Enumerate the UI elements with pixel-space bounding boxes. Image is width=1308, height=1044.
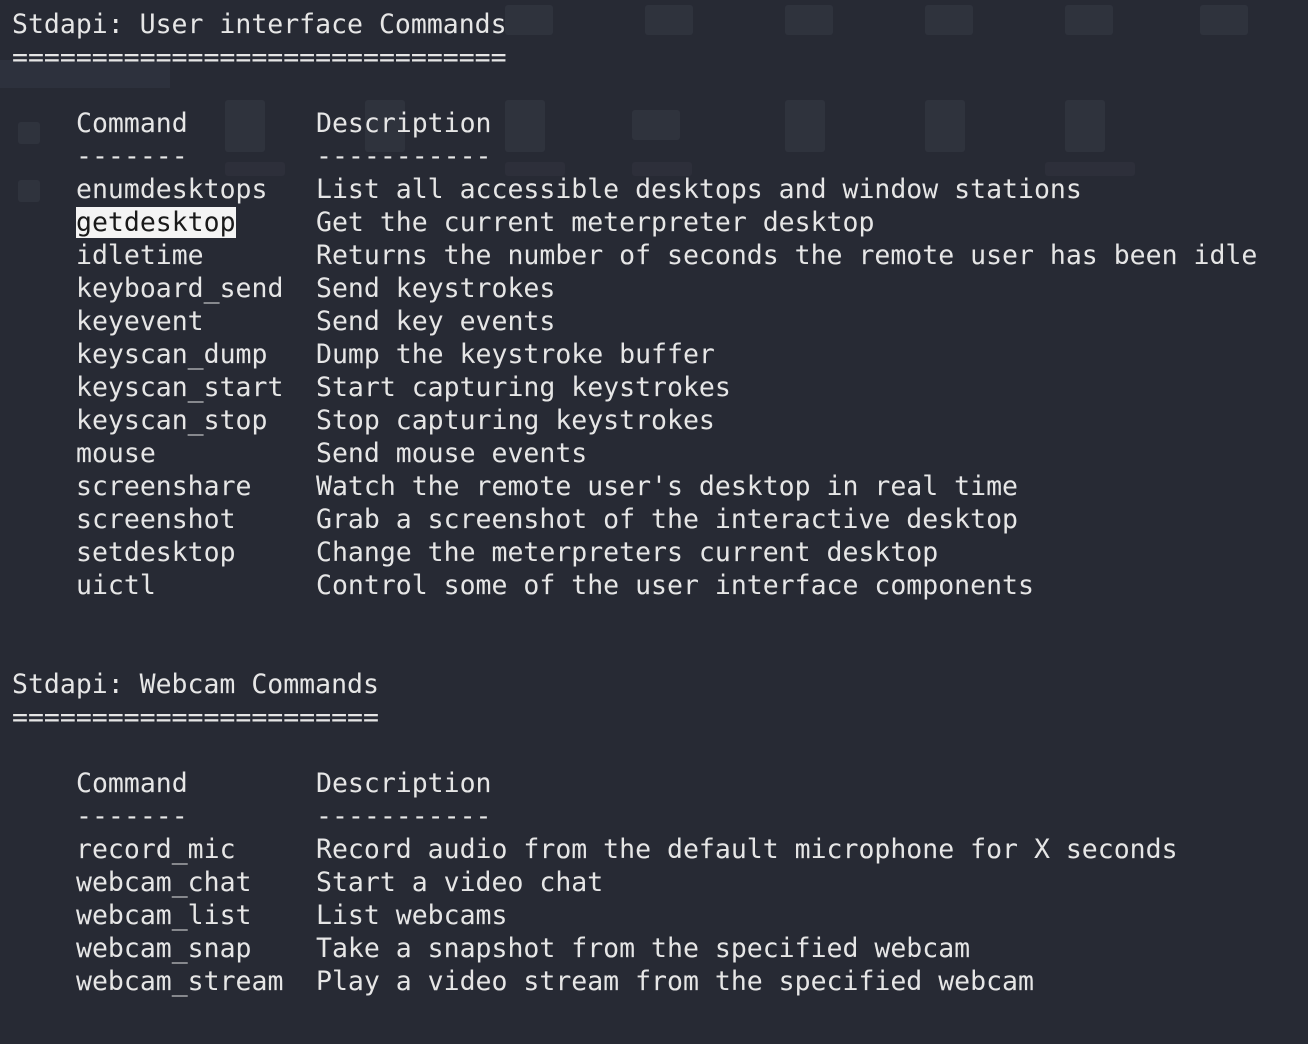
- section-underline-ui: ===============================: [12, 42, 507, 73]
- command-name: keyboard_send: [76, 273, 284, 304]
- command-description: Returns the number of seconds the remote…: [316, 240, 1258, 271]
- command-description: Send keystrokes: [316, 273, 556, 304]
- command-name: mouse: [76, 438, 156, 469]
- command-name: webcam_stream: [76, 966, 284, 997]
- command-name: keyevent: [76, 306, 204, 337]
- command-description: List webcams: [316, 900, 508, 931]
- text-selection[interactable]: getdesktop: [76, 207, 236, 238]
- column-header-command: Command: [76, 768, 188, 799]
- command-name: setdesktop: [76, 537, 236, 568]
- command-name: idletime: [76, 240, 204, 271]
- command-name: record_mic: [76, 834, 236, 865]
- command-description: Send mouse events: [316, 438, 588, 469]
- command-description: Grab a screenshot of the interactive des…: [316, 504, 1018, 535]
- column-separator-description: -----------: [316, 141, 492, 172]
- column-separator-command: -------: [76, 801, 188, 832]
- column-separator-command: -------: [76, 141, 188, 172]
- command-name: keyscan_stop: [76, 405, 268, 436]
- terminal-window[interactable]: Stdapi: User interface Commands ========…: [0, 0, 1308, 1044]
- command-name-selected[interactable]: getdesktop: [76, 206, 236, 239]
- command-description: List all accessible desktops and window …: [316, 174, 1082, 205]
- command-description: Start a video chat: [316, 867, 604, 898]
- command-name: keyscan_start: [76, 372, 284, 403]
- section-underline-webcam: =======================: [12, 702, 379, 733]
- command-name: enumdesktops: [76, 174, 268, 205]
- command-description: Change the meterpreters current desktop: [316, 537, 939, 568]
- column-header-command: Command: [76, 108, 188, 139]
- command-description: Get the current meterpreter desktop: [316, 207, 875, 238]
- command-description: Start capturing keystrokes: [316, 372, 731, 403]
- command-name: webcam_chat: [76, 867, 252, 898]
- command-description: Stop capturing keystrokes: [316, 405, 715, 436]
- command-description: Send key events: [316, 306, 556, 337]
- command-name: screenshot: [76, 504, 236, 535]
- section-title-webcam: Stdapi: Webcam Commands: [12, 669, 379, 700]
- command-description: Watch the remote user's desktop in real …: [316, 471, 1018, 502]
- section-title-ui: Stdapi: User interface Commands: [12, 9, 507, 40]
- command-name: webcam_snap: [76, 933, 252, 964]
- command-name: webcam_list: [76, 900, 252, 931]
- command-name: keyscan_dump: [76, 339, 268, 370]
- command-description: Control some of the user interface compo…: [316, 570, 1034, 601]
- command-description: Play a video stream from the specified w…: [316, 966, 1034, 997]
- command-description: Take a snapshot from the specified webca…: [316, 933, 971, 964]
- column-separator-description: -----------: [316, 801, 492, 832]
- column-header-description: Description: [316, 108, 492, 139]
- column-header-description: Description: [316, 768, 492, 799]
- command-name: uictl: [76, 570, 156, 601]
- command-name: screenshare: [76, 471, 252, 502]
- command-description: Record audio from the default microphone…: [316, 834, 1178, 865]
- command-description: Dump the keystroke buffer: [316, 339, 715, 370]
